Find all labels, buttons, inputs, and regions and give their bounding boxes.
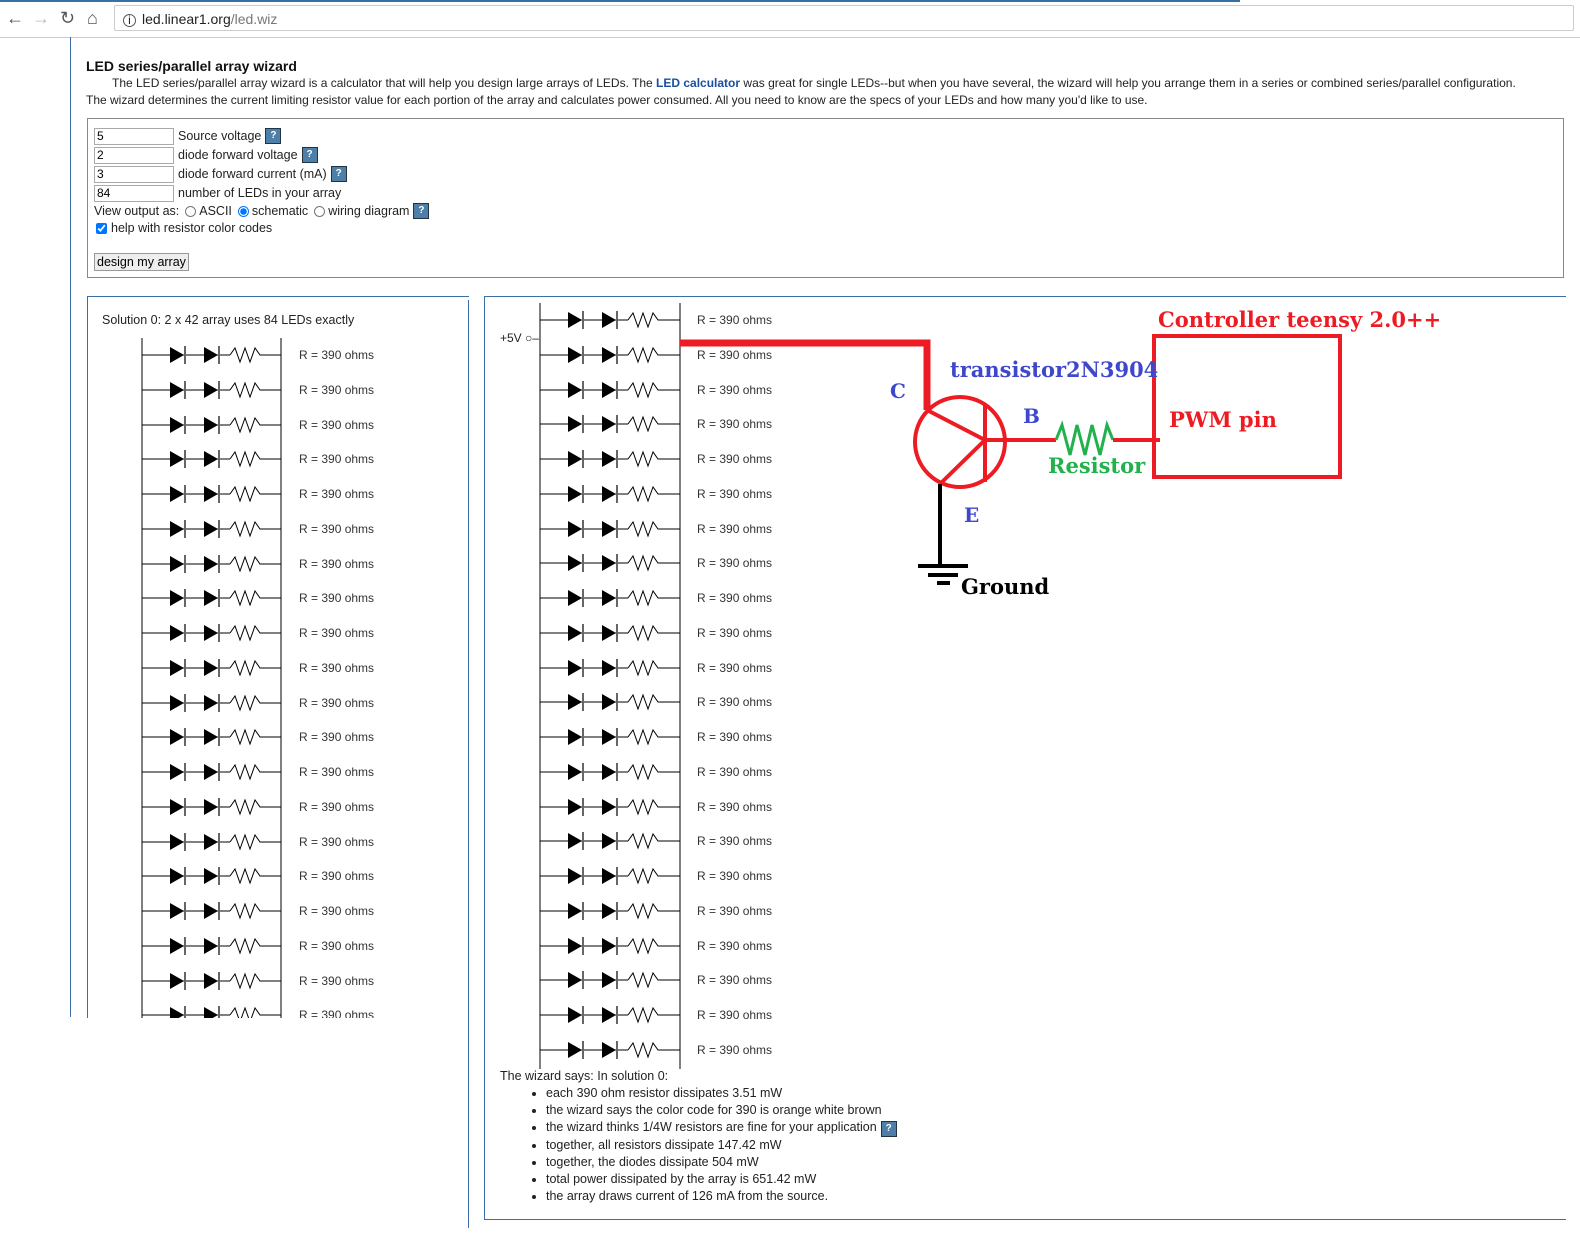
controller-label: Controller teensy 2.0++ bbox=[1158, 307, 1442, 332]
resistor-label: Resistor bbox=[1048, 453, 1146, 478]
pwm-pin-label: PWM pin bbox=[1169, 407, 1277, 432]
base-resistor-icon bbox=[1054, 420, 1115, 456]
base-label: B bbox=[1023, 404, 1040, 428]
transistor-label: transistor2N3904 bbox=[950, 357, 1159, 382]
transistor-emitter-leg bbox=[938, 438, 987, 486]
transistor-collector-leg bbox=[926, 408, 986, 442]
annotation-overlay bbox=[680, 334, 1342, 585]
ground-label: Ground bbox=[961, 574, 1050, 599]
collector-label: C bbox=[890, 379, 906, 403]
emitter-label: E bbox=[964, 503, 980, 527]
